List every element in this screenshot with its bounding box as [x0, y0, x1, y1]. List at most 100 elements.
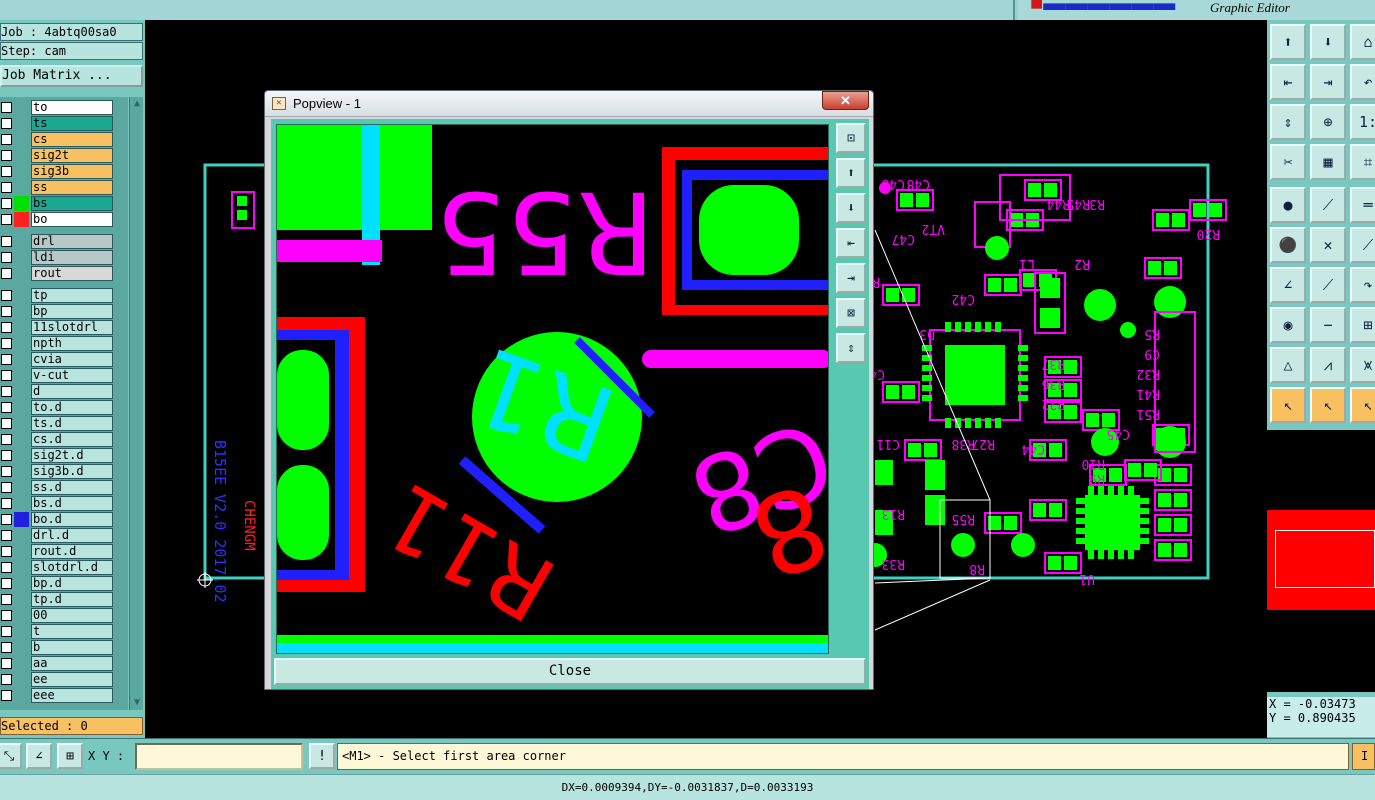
layer-name[interactable]: b — [31, 640, 113, 655]
select-icon[interactable]: ↖ — [1270, 387, 1306, 423]
layer-checkbox[interactable] — [1, 236, 12, 247]
layer-checkbox[interactable] — [1, 134, 12, 145]
move-up-icon[interactable]: ⬆ — [1270, 24, 1306, 60]
layer-row[interactable]: cs.d — [0, 432, 116, 447]
layer-checkbox[interactable] — [1, 610, 12, 621]
pv-down-icon[interactable]: ⬇ — [836, 193, 866, 223]
layer-name[interactable]: ee — [31, 672, 113, 687]
layer-name[interactable]: cs.d — [31, 432, 113, 447]
layer-checkbox[interactable] — [1, 150, 12, 161]
layer-checkbox[interactable] — [1, 386, 12, 397]
pv-right-icon[interactable]: ⇥ — [836, 263, 866, 293]
layer-row[interactable]: sig3b — [0, 164, 116, 179]
undo-icon[interactable]: ↶ — [1350, 64, 1375, 100]
layer-row[interactable]: cvia — [0, 352, 116, 367]
layer-row[interactable]: aa — [0, 656, 116, 671]
layer-checkbox[interactable] — [1, 306, 12, 317]
layer-row[interactable]: b — [0, 640, 116, 655]
layer-row[interactable]: rout — [0, 266, 116, 281]
layer-checkbox[interactable] — [1, 562, 12, 573]
layer-name[interactable]: bs — [31, 196, 113, 211]
layer-row[interactable]: bp.d — [0, 576, 116, 591]
layer-row[interactable]: t — [0, 624, 116, 639]
layer-row[interactable]: ss.d — [0, 480, 116, 495]
layer-checkbox[interactable] — [1, 642, 12, 653]
layer-row[interactable]: bo — [0, 212, 116, 227]
layer-row[interactable]: npth — [0, 336, 116, 351]
layer-checkbox[interactable] — [1, 530, 12, 541]
layer-row[interactable]: slotdrl.d — [0, 560, 116, 575]
layer-row[interactable]: ee — [0, 672, 116, 687]
layer-checkbox[interactable] — [1, 578, 12, 589]
popview-close-button[interactable]: Close — [274, 658, 866, 685]
layer-name[interactable]: rout.d — [31, 544, 113, 559]
layer-name[interactable]: drl.d — [31, 528, 113, 543]
layer-color-swatch[interactable] — [14, 212, 29, 227]
layer-row[interactable]: bo.d — [0, 512, 116, 527]
pad-icon[interactable]: ● — [1270, 187, 1306, 223]
frame-icon[interactable]: ⊞ — [1350, 307, 1375, 343]
layer-name[interactable]: eee — [31, 688, 113, 703]
line-tool-icon[interactable]: ⟋ — [1310, 187, 1346, 223]
pv-fit-icon[interactable]: ⊠ — [836, 298, 866, 328]
layer-checkbox[interactable] — [1, 102, 12, 113]
layer-checkbox[interactable] — [1, 290, 12, 301]
layer-row[interactable]: eee — [0, 688, 116, 703]
layer-row[interactable]: ldi — [0, 250, 116, 265]
node-icon[interactable]: ⚫ — [1270, 227, 1306, 263]
layer-row[interactable]: 00 — [0, 608, 116, 623]
delete-icon[interactable]: ✕ — [1310, 227, 1346, 263]
layer-name[interactable]: bs.d — [31, 496, 113, 511]
layer-name[interactable]: ss.d — [31, 480, 113, 495]
popview-zoom-view[interactable]: R55 R1 R11 C8 8 — [276, 124, 829, 654]
scroll-up-icon[interactable]: ▲ — [131, 98, 143, 110]
layer-row[interactable]: to.d — [0, 400, 116, 415]
ruler-icon[interactable]: ═ — [1350, 187, 1375, 223]
layer-checkbox[interactable] — [1, 182, 12, 193]
snap-icon[interactable]: ⌗ — [1350, 144, 1375, 180]
slope-icon[interactable]: ⟋ — [1310, 267, 1346, 303]
point-icon[interactable]: ◉ — [1270, 307, 1306, 343]
layer-checkbox[interactable] — [1, 322, 12, 333]
layer-checkbox[interactable] — [1, 252, 12, 263]
mini-preview[interactable] — [1267, 430, 1375, 692]
popview-close-icon[interactable]: ✕ — [822, 91, 869, 110]
layer-row[interactable]: tp.d — [0, 592, 116, 607]
trace-icon[interactable]: ⩙ — [1350, 347, 1375, 383]
pv-up-icon[interactable]: ⬆ — [836, 158, 866, 188]
layer-row[interactable]: bp — [0, 304, 116, 319]
select-area-icon[interactable]: ↖ — [1310, 387, 1346, 423]
layer-checkbox[interactable] — [1, 166, 12, 177]
layer-row[interactable]: drl.d — [0, 528, 116, 543]
layer-name[interactable]: 11slotdrl — [31, 320, 113, 335]
layer-name[interactable]: 00 — [31, 608, 113, 623]
layer-name[interactable]: to — [31, 100, 113, 115]
layer-checkbox[interactable] — [1, 626, 12, 637]
layer-name[interactable]: bp.d — [31, 576, 113, 591]
angle-icon[interactable]: ∠ — [26, 743, 52, 769]
layer-name[interactable]: sig2t — [31, 148, 113, 163]
zoom-ratio-icon[interactable]: 1: — [1350, 104, 1375, 140]
home-icon[interactable]: ⌂ — [1350, 24, 1375, 60]
triangle-icon[interactable]: △ — [1270, 347, 1306, 383]
layer-name[interactable]: sig2t.d — [31, 448, 113, 463]
layer-name[interactable]: ss — [31, 180, 113, 195]
layer-name[interactable]: slotdrl.d — [31, 560, 113, 575]
layer-color-swatch[interactable] — [14, 512, 29, 527]
xy-input[interactable] — [135, 743, 303, 770]
layer-name[interactable]: bo — [31, 212, 113, 227]
zoom-fit-icon[interactable]: ⊕ — [1310, 104, 1346, 140]
layer-name[interactable]: tp.d — [31, 592, 113, 607]
move-right-icon[interactable]: ⇥ — [1310, 64, 1346, 100]
layer-list-scrollbar[interactable]: ▲ ▼ — [129, 97, 143, 710]
layer-checkbox[interactable] — [1, 658, 12, 669]
layer-name[interactable]: t — [31, 624, 113, 639]
move-left-icon[interactable]: ⇤ — [1270, 64, 1306, 100]
layer-row[interactable]: cs — [0, 132, 116, 147]
measure-icon[interactable]: ⤡ — [0, 743, 22, 769]
layer-row[interactable]: rout.d — [0, 544, 116, 559]
layer-row[interactable]: tp — [0, 288, 116, 303]
layer-name[interactable]: v-cut — [31, 368, 113, 383]
layer-checkbox[interactable] — [1, 418, 12, 429]
layer-row[interactable]: to — [0, 100, 116, 115]
